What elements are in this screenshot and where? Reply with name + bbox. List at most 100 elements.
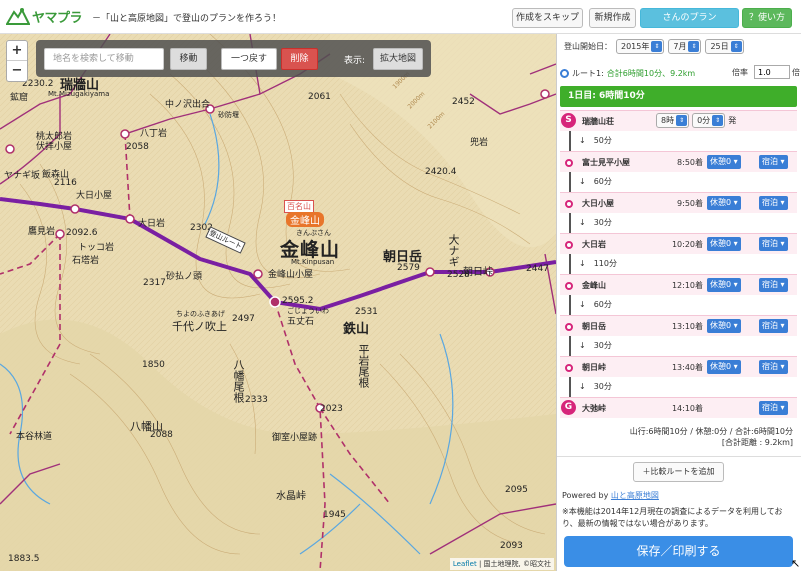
route-node[interactable] — [125, 214, 135, 224]
start-stop: S 瑞牆山荘 8時 ⇕ 0分 ⇕ 発 — [560, 110, 797, 131]
start-date-row: 登山開始日： 2015年 ⇕ 7月 ⇕ 25日 ⇕ — [564, 39, 744, 54]
waypoint-stop: 富士見平小屋 8:50着 休憩0 ▾ 宿泊 ▾ — [560, 151, 797, 172]
departure-hour-select[interactable]: 8時 ⇕ — [656, 113, 690, 128]
goal-badge: G — [561, 400, 576, 415]
waypoint-stop: 金峰山 12:10着 休憩0 ▾ 宿泊 ▾ — [560, 274, 797, 295]
stop-name: 朝日岳 — [582, 322, 606, 331]
arrival-time: 10:20着 — [671, 240, 703, 249]
mountain-logo-icon — [6, 7, 30, 25]
zoom-in-button[interactable]: + — [7, 41, 27, 61]
rest-dropdown[interactable]: 休憩0 ▾ — [707, 360, 741, 374]
tagline: －「山と高原地図」で登山のプランを作ろう！ — [92, 14, 282, 24]
leaflet-link[interactable]: Leaflet — [453, 560, 477, 568]
stay-dropdown[interactable]: 宿泊 ▾ — [759, 278, 788, 292]
chevron-updown-icon: ⇕ — [651, 41, 663, 52]
chevron-updown-icon: ⇕ — [712, 115, 724, 126]
stop-name: 富士見平小屋 — [582, 158, 630, 167]
stay-label: 宿泊 — [762, 321, 778, 330]
map-label-tetsuyama: 鉄山 — [343, 322, 370, 337]
skip-create-button[interactable]: 作成をスキップ — [512, 8, 583, 28]
segment-duration: ↓ 60分 — [579, 177, 612, 186]
stay-dropdown[interactable]: 宿泊 ▾ — [759, 196, 788, 210]
waypoint-dot-icon — [565, 159, 573, 167]
map-label: Mt.Mizugakiyama — [48, 90, 110, 98]
map-label: 八丁岩 — [140, 129, 168, 139]
route-label: ルート1: — [572, 68, 604, 78]
day-bar: 1日目: 6時間10分 — [560, 86, 797, 107]
rest-label: 休憩0 — [710, 198, 732, 207]
map-label: 2531 — [355, 307, 378, 317]
waypoint-stop: 大日小屋 9:50着 休憩0 ▾ 宿泊 ▾ — [560, 192, 797, 213]
stay-dropdown[interactable]: 宿泊 ▾ — [759, 401, 788, 415]
route-node[interactable] — [70, 204, 80, 214]
map-label: 2023 — [320, 404, 343, 414]
departure-hour-value: 8時 — [661, 116, 675, 125]
month-value: 7月 — [673, 42, 687, 51]
waypoint-stop: 朝日峠 13:40着 休憩0 ▾ 宿泊 ▾ — [560, 356, 797, 377]
map-view[interactable]: 1900m 2000m 2100m 2230.2 瑞牆山 Mt.Mizugaki… — [0, 34, 556, 571]
new-plan-button[interactable]: 新規作成 — [589, 8, 636, 28]
map-label: 2092.6 — [66, 228, 98, 238]
totals-distance: [合計距離 : 9.2km] — [721, 438, 793, 447]
route-node[interactable] — [253, 269, 263, 279]
zoom-out-button[interactable]: − — [7, 61, 27, 81]
place-search-input[interactable] — [44, 48, 164, 70]
caret-down-icon: ▾ — [733, 362, 738, 371]
map-label: 2058 — [126, 142, 149, 152]
stay-dropdown[interactable]: 宿泊 ▾ — [759, 155, 788, 169]
rest-dropdown[interactable]: 休憩0 ▾ — [707, 278, 741, 292]
map-label: 2095 — [505, 485, 528, 495]
rest-dropdown[interactable]: 休憩0 ▾ — [707, 155, 741, 169]
app: ヤマプラ －「山と高原地図」で登山のプランを作ろう！ 作成をスキップ 新規作成 … — [0, 0, 801, 571]
segment-duration: ↓ 50分 — [579, 136, 612, 145]
route-node[interactable] — [425, 267, 435, 277]
how-to-button[interactable]: ？使い方 — [742, 8, 792, 28]
rest-dropdown[interactable]: 休憩0 ▾ — [707, 319, 741, 333]
stop-name: 大日小屋 — [582, 199, 614, 208]
stay-dropdown[interactable]: 宿泊 ▾ — [759, 360, 788, 374]
map-label: 2595.2 — [282, 296, 314, 306]
delete-button[interactable]: 削除 — [281, 48, 318, 70]
route-radio[interactable] — [560, 68, 569, 78]
undo-button[interactable]: 一つ戻す — [221, 48, 277, 70]
route-node[interactable] — [120, 129, 130, 139]
map-label: 2420.4 — [425, 167, 457, 177]
rest-dropdown[interactable]: 休憩0 ▾ — [707, 196, 741, 210]
segment-duration: ↓ 110分 — [579, 259, 617, 268]
stay-label: 宿泊 — [762, 280, 778, 289]
route-node[interactable] — [55, 229, 65, 239]
day-select[interactable]: 25日 ⇕ — [705, 39, 744, 54]
stay-label: 宿泊 — [762, 157, 778, 166]
map-label: 本谷林道 — [16, 432, 53, 442]
my-plans-button[interactable]: さんのプラン — [640, 8, 739, 28]
zoom-map-button[interactable]: 拡大地図 — [373, 48, 423, 70]
arrival-time: 14:10着 — [671, 404, 703, 413]
stop-name: 瑞牆山荘 — [582, 117, 614, 126]
stay-dropdown[interactable]: 宿泊 ▾ — [759, 319, 788, 333]
add-compare-route-button[interactable]: ＋比較ルートを追加 — [633, 462, 724, 482]
day-value: 25日 — [710, 42, 729, 51]
departure-minute-select[interactable]: 0分 ⇕ — [692, 113, 726, 128]
rest-label: 休憩0 — [710, 280, 732, 289]
stop-name: 大弛峠 — [582, 404, 606, 413]
route-node[interactable] — [540, 89, 550, 99]
stay-dropdown[interactable]: 宿泊 ▾ — [759, 237, 788, 251]
move-button[interactable]: 移動 — [170, 48, 207, 70]
rest-dropdown[interactable]: 休憩0 ▾ — [707, 237, 741, 251]
ratio-input[interactable] — [754, 65, 790, 79]
map-source-link[interactable]: 山と高原地図 — [611, 491, 659, 500]
year-select[interactable]: 2015年 ⇕ — [616, 39, 665, 54]
summit-tag[interactable]: 金峰山 — [286, 212, 324, 227]
month-select[interactable]: 7月 ⇕ — [668, 39, 702, 54]
save-print-button[interactable]: 保存／印刷する — [564, 536, 793, 567]
segment-duration: ↓ 60分 — [579, 300, 612, 309]
route-node[interactable] — [5, 144, 15, 154]
summit-node[interactable] — [269, 296, 281, 308]
rest-label: 休憩0 — [710, 157, 732, 166]
map-label: 八幡尾根 — [232, 359, 245, 403]
waypoint-dot-icon — [565, 323, 573, 331]
waypoint-dot-icon — [565, 364, 573, 372]
chevron-updown-icon: ⇕ — [730, 41, 742, 52]
caret-down-icon: ▾ — [780, 362, 785, 371]
logo[interactable]: ヤマプラ — [6, 6, 83, 26]
